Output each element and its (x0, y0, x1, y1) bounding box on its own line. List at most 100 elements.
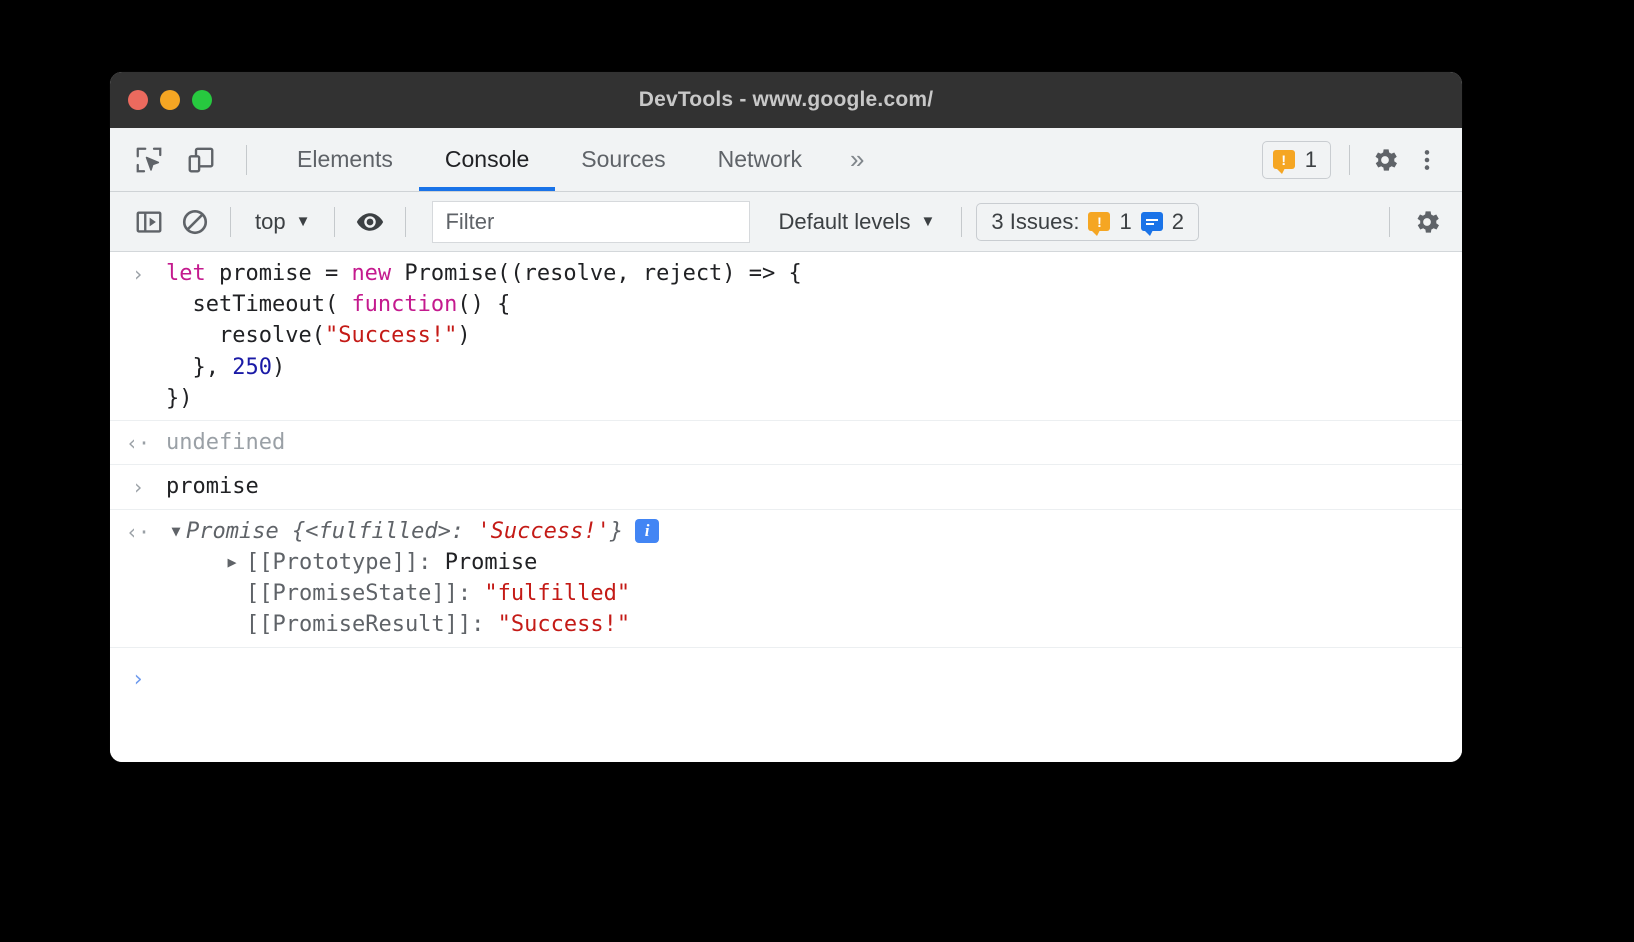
console-input-code: let promise = new Promise((resolve, reje… (166, 258, 1462, 414)
code-token: 250 (232, 354, 272, 380)
live-expression-eye-icon[interactable] (349, 201, 391, 243)
tabbar-left-icons (110, 128, 271, 191)
console-object-entry: ‹· ▼ Promise {<fulfilled>: 'Success!'} i ▶[[… (110, 510, 1462, 648)
device-toolbar-icon[interactable] (184, 143, 218, 177)
console-code-line: setTimeout( function() { (166, 289, 1446, 320)
window-title: DevTools - www.google.com/ (638, 88, 934, 111)
expand-triangle-icon[interactable]: ▶ (222, 552, 242, 573)
info-badge-icon[interactable]: i (635, 519, 660, 544)
close-window-button[interactable] (128, 90, 148, 110)
log-levels-selector[interactable]: Default levels ▼ (766, 209, 947, 235)
devtools-tabbar: Elements Console Sources Network » ! 1 (110, 128, 1462, 192)
code-token: resolve( (166, 323, 325, 349)
console-code-line: resolve("Success!") (166, 320, 1446, 351)
code-token: let (166, 261, 219, 286)
console-toolbar: top ▼ Filter Default levels ▼ 3 Issues: … (110, 192, 1462, 252)
console-output-value: undefined (166, 430, 286, 456)
expand-triangle-icon[interactable]: ▼ (166, 521, 186, 542)
warning-bubble-icon: ! (1272, 150, 1295, 174)
object-preview-row[interactable]: ▼ Promise {<fulfilled>: 'Success!'} i (166, 516, 1446, 547)
object-property-row[interactable]: [[PromiseResult]]: "Success!" (166, 609, 1446, 640)
console-toolbar-divider-5 (1389, 206, 1390, 237)
console-toolbar-right (1379, 201, 1448, 243)
code-token: () { (457, 292, 511, 318)
code-token: ) (457, 323, 471, 349)
console-sidebar-icon[interactable] (128, 201, 170, 243)
tabbar-right-divider (1349, 144, 1350, 175)
log-levels-label: Default levels (778, 208, 911, 234)
console-message-list[interactable]: › let promise = new Promise((resolve, rej… (110, 252, 1462, 762)
object-preview-token: 'Success!' (477, 518, 610, 544)
code-token: Promise((resolve, reject) => { (404, 261, 802, 286)
window-titlebar: DevTools - www.google.com/ (110, 72, 1462, 128)
code-token: }, (166, 354, 233, 380)
tab-sources[interactable]: Sources (555, 128, 691, 191)
property-key: [[Prototype]]: (246, 549, 445, 575)
object-preview-token: Promise { (186, 518, 306, 544)
gear-icon[interactable] (1368, 143, 1402, 177)
console-input-chevron-icon: › (131, 475, 145, 500)
console-code-line: }, 250) (166, 352, 1446, 383)
console-input-entry: › let promise = new Promise((resolve, rej… (110, 252, 1462, 422)
kebab-menu-icon[interactable] (1410, 143, 1444, 177)
code-token: promise (166, 474, 259, 500)
issues-info-count: 2 (1171, 208, 1184, 234)
execution-context-selector[interactable]: top ▼ (245, 209, 320, 235)
property-value: Promise (444, 549, 538, 575)
tab-elements[interactable]: Elements (271, 128, 419, 191)
console-output-arrow-icon: ‹· (125, 431, 151, 456)
code-token: promise = (218, 261, 352, 286)
traffic-lights (110, 90, 212, 110)
panel-tabs: Elements Console Sources Network » (271, 128, 883, 191)
zoom-window-button[interactable] (192, 90, 212, 110)
warning-count-label: 1 (1304, 146, 1317, 172)
console-prompt-chevron-icon: › (131, 666, 145, 692)
clear-console-icon[interactable] (174, 201, 216, 243)
tabbar-right-controls: ! 1 (1261, 128, 1462, 191)
console-code-line: let promise = new Promise((resolve, reje… (166, 258, 1446, 289)
minimize-window-button[interactable] (160, 90, 180, 110)
property-key: [[PromiseState]]: (246, 581, 485, 607)
issues-label: 3 Issues: (991, 208, 1080, 234)
object-preview-token: : (450, 518, 478, 544)
code-token: function (351, 292, 458, 318)
console-toolbar-divider-3 (405, 206, 407, 237)
chevron-down-icon: ▼ (295, 213, 311, 230)
devtools-window: DevTools - www.google.com/ Elements Cons… (110, 72, 1462, 762)
object-preview-token: <fulfilled> (305, 518, 451, 544)
warning-count-badge[interactable]: ! 1 (1261, 140, 1331, 179)
console-code-line: }) (166, 383, 1446, 414)
console-toolbar-divider-4 (961, 206, 963, 237)
chevron-down-icon: ▼ (920, 213, 936, 230)
property-value: "fulfilled" (484, 581, 631, 607)
console-output-entry: ‹· undefined (110, 421, 1462, 466)
code-token: new (351, 261, 405, 286)
console-toolbar-divider-2 (334, 206, 336, 237)
property-value: "Success!" (497, 612, 631, 638)
object-property-row[interactable]: [[PromiseState]]: "fulfilled" (166, 578, 1446, 609)
issues-warning-bubble-icon: ! (1088, 212, 1111, 236)
object-property-row[interactable]: ▶ [[Prototype]]: Promise (166, 547, 1446, 578)
filter-input[interactable]: Filter (432, 200, 751, 243)
console-input-entry: › promise (110, 465, 1462, 510)
console-code-line: promise (166, 471, 1446, 502)
code-token: }) (166, 385, 193, 411)
console-output-arrow-icon: ‹· (125, 519, 151, 544)
property-key: [[PromiseResult]]: (246, 612, 498, 638)
code-token: setTimeout( (166, 292, 352, 318)
console-settings-gear-icon[interactable] (1406, 201, 1448, 243)
execution-context-label: top (255, 208, 286, 234)
code-token: "Success!" (324, 323, 458, 349)
console-prompt[interactable]: › (110, 648, 1462, 701)
console-input-chevron-icon: › (131, 262, 145, 286)
code-token: ) (271, 354, 286, 380)
console-input-code: promise (166, 471, 1462, 502)
inspect-element-icon[interactable] (132, 143, 166, 177)
tab-network[interactable]: Network (692, 128, 828, 191)
issues-warning-count: 1 (1119, 208, 1132, 234)
issues-badge[interactable]: 3 Issues: ! 1 2 (976, 202, 1199, 241)
more-tabs-chevron-icon[interactable]: » (828, 128, 883, 191)
tab-console[interactable]: Console (418, 128, 556, 191)
issues-info-bubble-icon (1140, 212, 1163, 236)
object-preview-token: } (609, 518, 624, 544)
